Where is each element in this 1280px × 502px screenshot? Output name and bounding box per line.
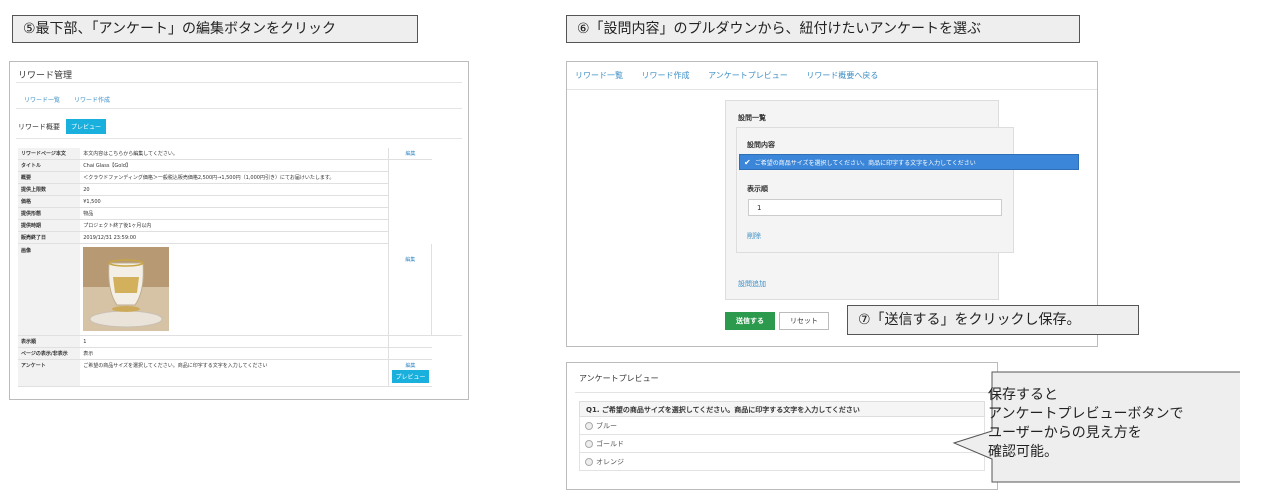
row-value: ¥1,500 (80, 195, 389, 208)
left-tabs: リワード一覧 リワード作成 (24, 95, 122, 104)
submit-button[interactable]: 送信する (725, 312, 775, 330)
option-item[interactable]: ゴールド (579, 435, 985, 453)
note-line: ユーザーからの見え方を (988, 425, 1142, 441)
question-item: 設問内容 表示順 削除 (736, 127, 1014, 253)
product-image (83, 246, 170, 331)
survey-preview-button[interactable]: プレビュー (392, 370, 429, 383)
nav-survey-preview[interactable]: アンケートプレビュー (708, 71, 788, 80)
order-label: 表示順 (747, 185, 768, 193)
option-item[interactable]: オレンジ (579, 453, 985, 471)
reward-admin-panel: リワード管理 リワード一覧 リワード作成 リワード概要 プレビュー リワードペー… (9, 61, 469, 400)
survey-actions: 編集 プレビュー (388, 359, 432, 387)
page-title: リワード管理 (18, 71, 73, 81)
row-key: リワードページ本文 (18, 148, 81, 160)
edit-cell-empty (388, 347, 432, 360)
top-nav: リワード一覧 リワード作成 アンケートプレビュー リワード概要へ戻る (575, 70, 894, 81)
row-value: 20 (80, 183, 389, 196)
row-key: タイトル (18, 159, 81, 172)
table-row-survey: アンケート ご希望の商品サイズを選択してください。商品に印字する文字を入力してく… (18, 359, 462, 387)
preview-question: Q1. ご希望の商品サイズを選択してください。商品に印字する文字を入力してくださ… (579, 401, 985, 417)
row-value: 2019/12/31 23:59:00 (80, 231, 389, 244)
reward-detail-table: リワードページ本文 本文内容はこちらから編集してください。 編集 タイトル Ch… (18, 148, 462, 387)
row-key: 提供形態 (18, 207, 81, 220)
row-value: Chai Glass【Gold】 (80, 159, 389, 172)
row-key: ページの表示/非表示 (18, 347, 81, 360)
table-row: リワードページ本文 本文内容はこちらから編集してください。 編集 (18, 148, 462, 160)
edit-cell-empty (388, 335, 432, 348)
table-row: 表示順 1 (18, 335, 462, 348)
edit-link-main[interactable]: 編集 (405, 257, 415, 263)
row-value: ＜クラウドファンディング価格＞一般税込販売価格2,500円→1,500円（1,0… (80, 171, 389, 184)
question-label: 設問内容 (747, 141, 775, 149)
reset-button[interactable]: リセット (779, 312, 829, 330)
delete-link[interactable]: 削除 (747, 231, 761, 241)
survey-edit-link[interactable]: 編集 (392, 362, 428, 369)
note-line: アンケートプレビューボタンで (988, 406, 1184, 422)
row-key: 販売終了日 (18, 231, 81, 244)
radio-icon[interactable] (585, 458, 593, 466)
table-row: タイトル Chai Glass【Gold】 編集 (18, 159, 462, 336)
option-label: ゴールド (596, 440, 624, 448)
row-key: 画像 (18, 243, 81, 336)
section-title: 設問一覧 (738, 114, 766, 122)
option-label: ブルー (596, 422, 617, 430)
row-value: ご希望の商品サイズを選択してください。商品に印字する文字を入力してください (80, 359, 389, 387)
nav-back-to-summary[interactable]: リワード概要へ戻る (806, 71, 878, 80)
edit-link-body[interactable]: 編集 (388, 148, 432, 160)
row-key: 表示順 (18, 335, 81, 348)
row-key: 提供上限数 (18, 183, 81, 196)
step5-callout: ⑤最下部、「アンケート」の編集ボタンをクリック (12, 15, 418, 43)
row-value: プロジェクト終了後1ヶ月以内 (80, 219, 389, 232)
dropdown-selected: ご希望の商品サイズを選択してください。商品に印字する文字を入力してください (754, 159, 976, 167)
radio-icon[interactable] (585, 440, 593, 448)
row-value: 表示 (80, 347, 389, 360)
row-key: 価格 (18, 195, 81, 208)
summary-label: リワード概要 (18, 122, 60, 131)
summary-row: リワード概要 プレビュー (18, 119, 107, 134)
radio-icon[interactable] (585, 422, 593, 430)
row-value: 物品 (80, 207, 389, 220)
row-key: アンケート (18, 359, 81, 387)
order-input[interactable]: 1 (748, 199, 1002, 216)
row-key: 提供時期 (18, 219, 81, 232)
step7-callout: ⑦「送信する」をクリックし保存。 (847, 305, 1139, 335)
tab-reward-list[interactable]: リワード一覧 (24, 97, 60, 104)
check-icon: ✔ (744, 157, 751, 167)
add-question-link[interactable]: 設問追加 (738, 279, 766, 289)
note-line: 確認可能。 (988, 444, 1058, 460)
preview-title: アンケートプレビュー (579, 374, 659, 383)
step6-callout: ⑥「設問内容」のプルダウンから、紐付けたいアンケートを選ぶ (566, 15, 1080, 43)
row-image-cell (80, 243, 389, 336)
note-line: 保存すると (988, 387, 1058, 403)
edit-cell: 編集 (388, 159, 432, 336)
note-text: 保存すると アンケートプレビューボタンで ユーザーからの見え方を 確認可能。 (988, 386, 1183, 462)
row-key: 概要 (18, 171, 81, 184)
question-dropdown[interactable]: ✔ ご希望の商品サイズを選択してください。商品に印字する文字を入力してください (739, 154, 1079, 170)
option-label: オレンジ (596, 458, 624, 466)
nav-reward-list[interactable]: リワード一覧 (575, 71, 623, 80)
nav-reward-create[interactable]: リワード作成 (642, 71, 690, 80)
table-row: ページの表示/非表示 表示 (18, 347, 462, 360)
edit-cell-image (431, 243, 462, 336)
preview-button[interactable]: プレビュー (66, 119, 107, 134)
row-value: 本文内容はこちらから編集してください。 (80, 148, 389, 160)
option-item[interactable]: ブルー (579, 417, 985, 435)
row-value: 1 (80, 335, 389, 348)
tab-reward-create[interactable]: リワード作成 (74, 97, 110, 104)
